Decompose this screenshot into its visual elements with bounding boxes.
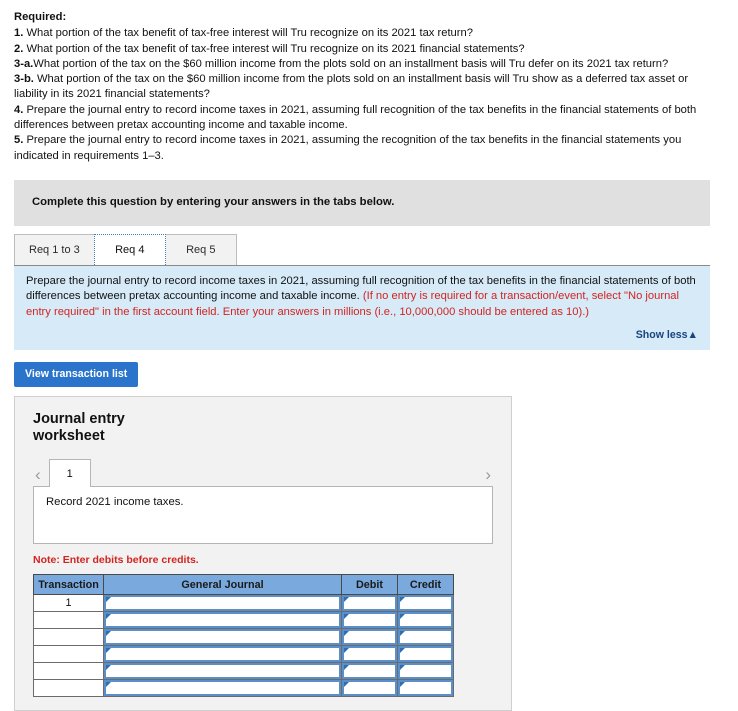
requirement-text-3a: What portion of the tax on the $60 milli…	[33, 57, 669, 70]
credit-cell[interactable]	[397, 611, 454, 630]
general-journal-cell[interactable]	[103, 628, 342, 647]
view-transaction-list-button[interactable]: View transaction list	[14, 362, 139, 388]
credit-cell[interactable]	[397, 645, 454, 664]
account-select-input[interactable]	[104, 646, 341, 663]
column-header-transaction: Transaction	[33, 574, 104, 596]
credit-input[interactable]	[398, 612, 453, 629]
debit-cell[interactable]	[341, 662, 398, 681]
journal-entry-table: Transaction General Journal Debit Credit…	[33, 574, 454, 698]
table-row	[33, 679, 454, 698]
requirements-heading: Required:	[14, 11, 67, 23]
tab-req-4[interactable]: Req 4	[93, 233, 166, 265]
account-select-input[interactable]	[104, 663, 341, 680]
credit-input[interactable]	[398, 663, 453, 680]
account-select-input[interactable]	[104, 612, 341, 629]
credit-cell[interactable]	[397, 662, 454, 681]
transaction-number-cell	[33, 645, 104, 664]
debit-input[interactable]	[342, 680, 397, 697]
tab-req-1-to-3[interactable]: Req 1 to 3	[14, 233, 95, 265]
requirement-item-4: 4. Prepare the journal entry to record i…	[14, 103, 724, 134]
debit-input[interactable]	[342, 646, 397, 663]
worksheet-pager: ‹ 1 ›	[33, 459, 493, 488]
requirements-section: Required: 1. What portion of the tax ben…	[0, 0, 738, 164]
debit-input[interactable]	[342, 595, 397, 612]
worksheet-description: Record 2021 income taxes.	[33, 486, 493, 545]
general-journal-cell[interactable]	[103, 679, 342, 698]
debit-cell[interactable]	[341, 645, 398, 664]
transaction-number-cell	[33, 611, 104, 630]
worksheet-page-tab-1[interactable]: 1	[48, 459, 91, 488]
requirement-number-3a: 3-a.	[14, 57, 34, 70]
transaction-number-cell	[33, 662, 104, 681]
chevron-left-icon[interactable]: ‹	[33, 466, 49, 487]
requirement-number-5: 5.	[14, 134, 24, 147]
table-row	[33, 611, 454, 630]
requirement-item-3a: 3-a.What portion of the tax on the $60 m…	[14, 57, 724, 72]
transaction-number-cell	[33, 628, 104, 647]
credit-input[interactable]	[398, 629, 453, 646]
debit-cell[interactable]	[341, 628, 398, 647]
general-journal-cell[interactable]	[103, 611, 342, 630]
requirement-item-5: 5. Prepare the journal entry to record i…	[14, 133, 724, 164]
column-header-credit: Credit	[397, 574, 454, 596]
debit-cell[interactable]	[341, 611, 398, 630]
table-row	[33, 628, 454, 647]
table-row	[33, 645, 454, 664]
requirement-tabs: Req 1 to 3 Req 4 Req 5	[14, 233, 738, 265]
debit-input[interactable]	[342, 612, 397, 629]
debit-input[interactable]	[342, 629, 397, 646]
debit-cell[interactable]	[341, 679, 398, 698]
transaction-number-cell	[33, 679, 104, 698]
debit-cell[interactable]	[341, 594, 398, 613]
debits-before-credits-note: Note: Enter debits before credits.	[33, 554, 199, 567]
requirement-item-2: 2. What portion of the tax benefit of ta…	[14, 42, 724, 57]
table-row: 1	[33, 594, 454, 613]
debit-input[interactable]	[342, 663, 397, 680]
transaction-number-cell: 1	[33, 594, 104, 613]
journal-entry-worksheet-panel: Journal entry worksheet ‹ 1 › Record 202…	[14, 396, 512, 711]
credit-input[interactable]	[398, 680, 453, 697]
table-row	[33, 662, 454, 681]
credit-cell[interactable]	[397, 594, 454, 613]
requirement-item-1: 1. What portion of the tax benefit of ta…	[14, 26, 724, 41]
requirement-text-3b: What portion of the tax on the $60 milli…	[14, 73, 689, 101]
requirement-number-2: 2.	[14, 42, 24, 55]
column-header-debit: Debit	[341, 574, 398, 596]
tab-req-5[interactable]: Req 5	[164, 233, 237, 265]
requirement-text-5: Prepare the journal entry to record inco…	[14, 134, 682, 162]
column-header-general-journal: General Journal	[103, 574, 342, 596]
worksheet-title: Journal entry worksheet	[33, 411, 125, 445]
general-journal-cell[interactable]	[103, 662, 342, 681]
requirement-text-4: Prepare the journal entry to record inco…	[14, 103, 697, 132]
requirement-text-1: What portion of the tax benefit of tax-f…	[23, 27, 473, 40]
account-select-input[interactable]	[104, 595, 341, 612]
complete-question-banner: Complete this question by entering your …	[14, 179, 710, 226]
general-journal-cell[interactable]	[103, 594, 342, 613]
credit-input[interactable]	[398, 595, 453, 612]
account-select-input[interactable]	[104, 629, 341, 646]
account-select-input[interactable]	[104, 680, 341, 697]
chevron-right-icon[interactable]: ›	[483, 466, 493, 487]
requirement-item-3b: 3-b. What portion of the tax on the $60 …	[14, 72, 724, 103]
requirement-number-1: 1.	[14, 27, 24, 40]
instruction-panel: Prepare the journal entry to record inco…	[14, 264, 710, 351]
credit-cell[interactable]	[397, 628, 454, 647]
credit-input[interactable]	[398, 646, 453, 663]
general-journal-cell[interactable]	[103, 645, 342, 664]
table-header-row: Transaction General Journal Debit Credit	[33, 574, 454, 596]
requirement-number-3b: 3-b.	[14, 73, 34, 86]
requirement-text-2: What portion of the tax benefit of tax-f…	[23, 42, 525, 55]
requirement-number-4: 4.	[14, 103, 24, 116]
credit-cell[interactable]	[397, 679, 454, 698]
show-less-link[interactable]: Show less▲	[26, 328, 698, 343]
